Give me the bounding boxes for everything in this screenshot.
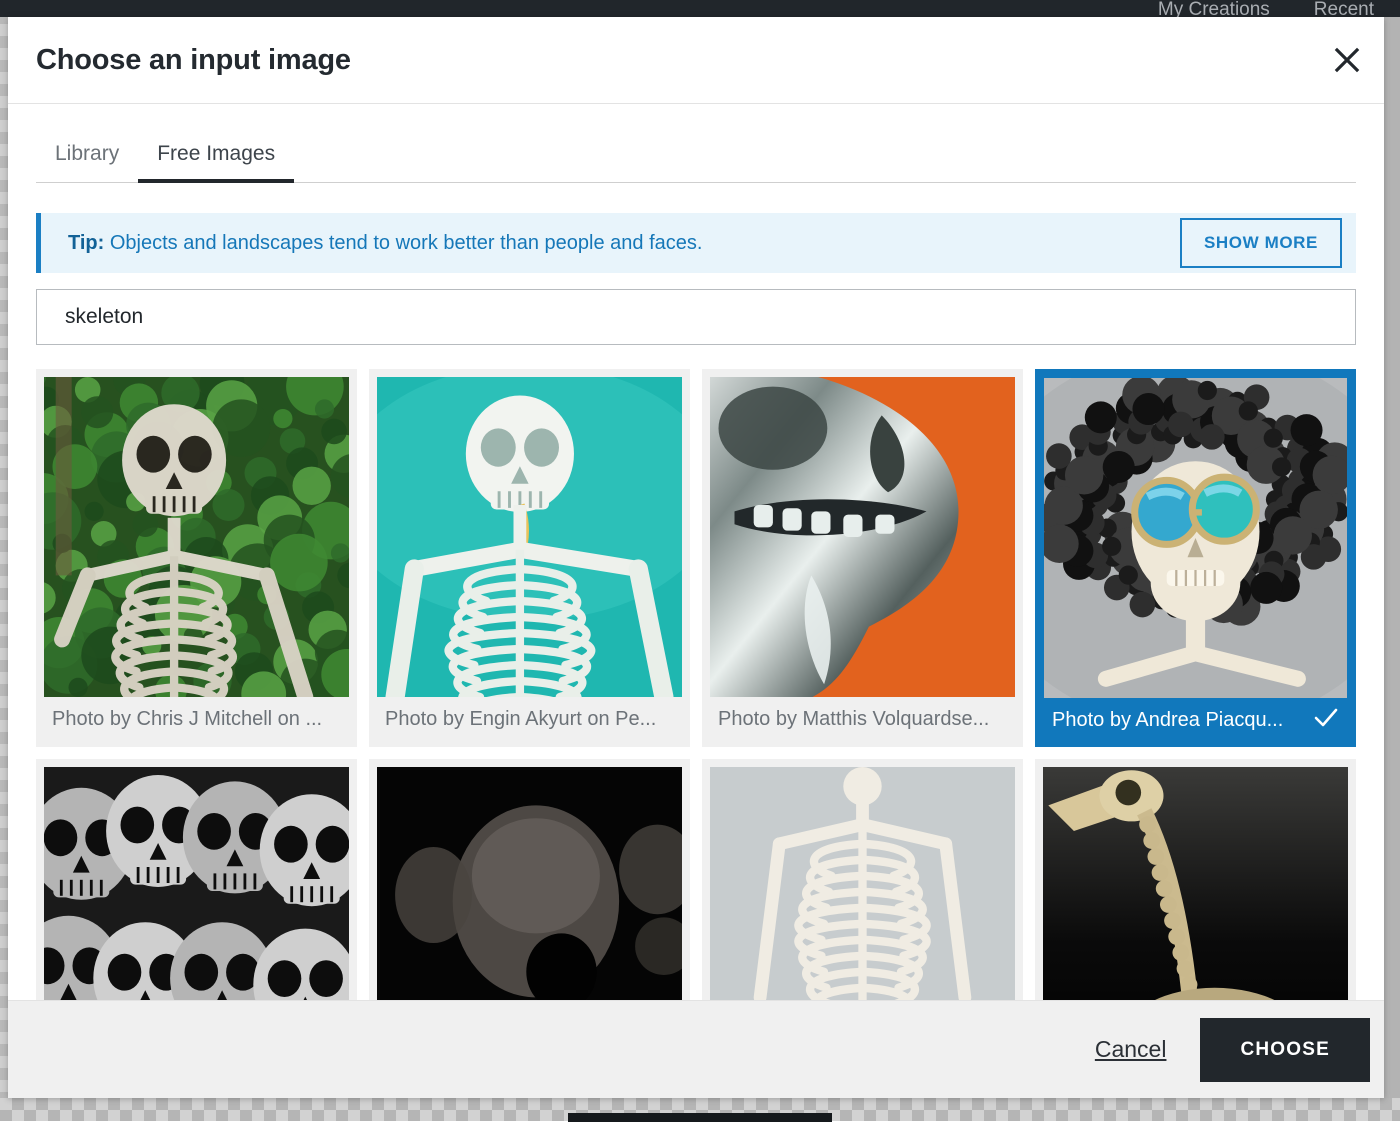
dialog-tabs: Library Free Images [36,132,1356,183]
image-result-card[interactable] [1035,759,1356,1000]
cancel-button[interactable]: Cancel [1091,1028,1171,1071]
show-more-button[interactable]: SHOW MORE [1179,218,1342,268]
page-title: Choose an input image [36,43,351,76]
image-result-card[interactable] [369,759,690,1000]
tab-library[interactable]: Library [36,132,138,182]
tip-message: Objects and landscapes tend to work bett… [104,231,703,254]
image-result-card[interactable]: Photo by Chris J Mitchell on ... [36,369,357,747]
image-thumbnail [710,767,1015,1000]
dialog-tabs-container: Library Free Images [8,104,1384,183]
image-results-scroll-area[interactable]: Photo by Chris J Mitchell on ... Photo b… [36,369,1356,1000]
image-caption-label: Photo by Matthis Volquardse... [718,708,990,730]
dialog-footer: Cancel CHOOSE [8,1000,1384,1098]
image-results-grid: Photo by Chris J Mitchell on ... Photo b… [36,369,1356,1000]
image-thumbnail [377,377,682,697]
image-caption: Photo by Engin Akyurt on Pe... [377,697,682,742]
tip-prefix: Tip: [68,231,105,254]
tip-banner: Tip: Objects and landscapes tend to work… [36,213,1356,273]
image-caption-label: Photo by Andrea Piacqu... [1052,709,1284,731]
choose-button[interactable]: CHOOSE [1200,1017,1370,1082]
check-icon [1313,705,1339,737]
search-input[interactable] [36,289,1356,345]
image-result-card[interactable]: Photo by Andrea Piacqu... [1035,369,1356,747]
tip-text: Tip: Objects and landscapes tend to work… [68,232,1180,255]
image-result-card[interactable]: Photo by Matthis Volquardse... [702,369,1023,747]
image-caption-label: Photo by Chris J Mitchell on ... [52,708,323,730]
page-scrollbar[interactable] [1384,17,1400,1098]
image-thumbnail [1043,767,1348,1000]
choose-input-image-dialog: Choose an input image Library Free Image… [8,17,1384,1098]
image-caption: Photo by Matthis Volquardse... [710,697,1015,742]
image-thumbnail [44,377,349,697]
image-caption-label: Photo by Engin Akyurt on Pe... [385,708,657,730]
image-result-card[interactable] [702,759,1023,1000]
image-thumbnail [44,767,349,1000]
app-top-bar: My Creations Recent [0,0,1400,19]
tab-free-images[interactable]: Free Images [138,132,294,183]
image-thumbnail [710,377,1015,697]
dialog-header: Choose an input image [8,17,1384,104]
image-caption: Photo by Chris J Mitchell on ... [44,697,349,742]
image-thumbnail [1044,378,1347,698]
dialog-body: Tip: Objects and landscapes tend to work… [8,183,1384,1000]
image-thumbnail [377,767,682,1000]
image-result-card[interactable]: Photo by Engin Akyurt on Pe... [369,369,690,747]
app-top-navigation: My Creations Recent [1158,0,1378,19]
image-result-card[interactable] [36,759,357,1000]
image-caption: Photo by Andrea Piacqu... [1044,698,1347,743]
close-icon[interactable] [1322,35,1372,85]
application-background: My Creations Recent Choose an input imag… [0,0,1400,1122]
